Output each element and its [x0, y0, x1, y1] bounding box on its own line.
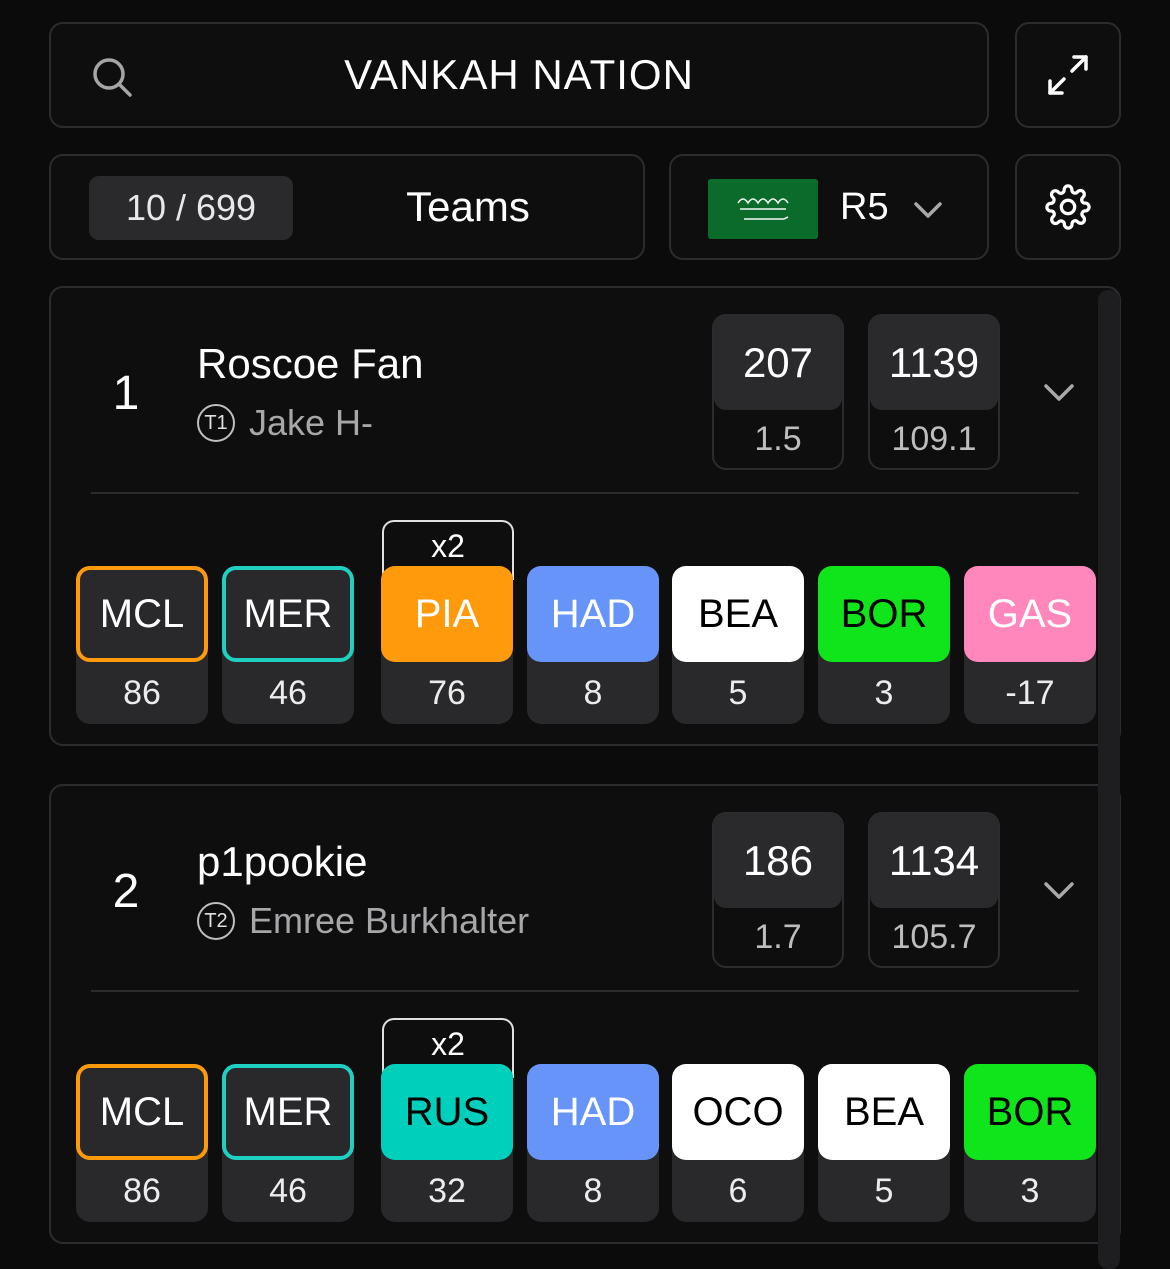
driver-picks: x2 MCL 86 MER 46 PIA 76 HAD 8 BEA 5 BOR 3 GAS -17	[76, 520, 1116, 726]
driver-points: 8	[583, 673, 603, 712]
driver-pick[interactable]: MCL 86	[76, 566, 208, 724]
saudi-arabia-flag-icon	[708, 179, 818, 239]
team-card[interactable]: 1 Roscoe Fan T1 Jake H- 207 1.5 1139 109…	[49, 286, 1121, 746]
driver-points: 6	[728, 1171, 748, 1210]
driver-points: 76	[428, 673, 466, 712]
driver-code: MCL	[76, 1064, 208, 1160]
driver-code: GAS	[964, 566, 1096, 662]
driver-picks: x2 MCL 86 MER 46 RUS 32 HAD 8 OCO 6 BEA 5 BOR 3	[76, 1018, 1116, 1224]
driver-code: BEA	[818, 1064, 950, 1160]
owner-row: T2 Emree Burkhalter	[197, 900, 529, 942]
driver-points: 46	[269, 673, 307, 712]
driver-code: RUS	[381, 1064, 513, 1160]
divider	[91, 990, 1079, 992]
driver-pick[interactable]: BOR 3	[964, 1064, 1096, 1222]
driver-code: PIA	[381, 566, 513, 662]
driver-pick[interactable]: MCL 86	[76, 1064, 208, 1222]
owner-row: T1 Jake H-	[197, 402, 373, 444]
driver-code: MER	[222, 1064, 354, 1160]
gear-icon	[1045, 184, 1091, 230]
team-rank: 1	[112, 367, 140, 420]
team-badge: T1	[197, 404, 235, 442]
driver-pick[interactable]: HAD 8	[527, 566, 659, 724]
driver-points: 32	[428, 1171, 466, 1210]
driver-points: -17	[1005, 673, 1055, 712]
divider	[91, 492, 1079, 494]
view-label: Teams	[406, 183, 530, 230]
driver-pick[interactable]: BEA 5	[818, 1064, 950, 1222]
total-score-stat: 1139 109.1	[868, 314, 1000, 470]
round-score-value: 207	[714, 316, 842, 410]
round-score-stat: 186 1.7	[712, 812, 844, 968]
expand-icon	[1048, 55, 1088, 95]
total-score-stat: 1134 105.7	[868, 812, 1000, 968]
driver-pick[interactable]: PIA 76	[381, 566, 513, 724]
driver-code: BOR	[818, 566, 950, 662]
round-selector[interactable]: R5	[669, 154, 989, 260]
view-selector[interactable]: 10 / 699 Teams	[49, 154, 645, 260]
driver-code: MER	[222, 566, 354, 662]
driver-points: 8	[583, 1171, 603, 1210]
total-score-sub: 109.1	[891, 419, 977, 458]
search-bar[interactable]: VANKAH NATION	[49, 22, 989, 128]
driver-pick[interactable]: OCO 6	[672, 1064, 804, 1222]
driver-code: MCL	[76, 566, 208, 662]
driver-points: 5	[874, 1171, 894, 1210]
chevron-down-icon[interactable]	[1041, 374, 1077, 410]
driver-code: BEA	[672, 566, 804, 662]
league-title: VANKAH NATION	[344, 51, 694, 98]
driver-code: OCO	[672, 1064, 804, 1160]
driver-pick[interactable]: MER 46	[222, 1064, 354, 1222]
owner-name: Emree Burkhalter	[249, 900, 530, 941]
chevron-down-icon	[914, 202, 942, 218]
scrollbar[interactable]	[1098, 290, 1120, 1269]
driver-pick[interactable]: HAD 8	[527, 1064, 659, 1222]
team-card[interactable]: 2 p1pookie T2 Emree Burkhalter 186 1.7 1…	[49, 784, 1121, 1244]
driver-points: 3	[874, 673, 894, 712]
driver-code: HAD	[527, 1064, 659, 1160]
total-score-value: 1134	[870, 814, 998, 908]
round-label: R5	[840, 185, 889, 228]
driver-pick[interactable]: BOR 3	[818, 566, 950, 724]
settings-button[interactable]	[1015, 154, 1121, 260]
total-score-value: 1139	[870, 316, 998, 410]
team-name: p1pookie	[197, 838, 368, 885]
team-rank: 2	[112, 865, 140, 918]
driver-pick[interactable]: RUS 32	[381, 1064, 513, 1222]
team-badge: T2	[197, 902, 235, 940]
driver-pick[interactable]: BEA 5	[672, 566, 804, 724]
chevron-down-icon[interactable]	[1041, 872, 1077, 908]
round-score-sub: 1.5	[754, 419, 802, 458]
driver-points: 5	[728, 673, 748, 712]
round-score-sub: 1.7	[754, 917, 802, 956]
driver-points: 86	[123, 673, 161, 712]
team-counter: 10 / 699	[89, 176, 293, 240]
round-score-value: 186	[714, 814, 842, 908]
driver-code: BOR	[964, 1064, 1096, 1160]
owner-name: Jake H-	[249, 402, 374, 443]
round-score-stat: 207 1.5	[712, 314, 844, 470]
driver-points: 46	[269, 1171, 307, 1210]
driver-pick[interactable]: MER 46	[222, 566, 354, 724]
driver-pick[interactable]: GAS -17	[964, 566, 1096, 724]
team-name: Roscoe Fan	[197, 340, 424, 387]
driver-points: 86	[123, 1171, 161, 1210]
total-score-sub: 105.7	[891, 917, 977, 956]
driver-points: 3	[1020, 1171, 1040, 1210]
driver-code: HAD	[527, 566, 659, 662]
expand-button[interactable]	[1015, 22, 1121, 128]
